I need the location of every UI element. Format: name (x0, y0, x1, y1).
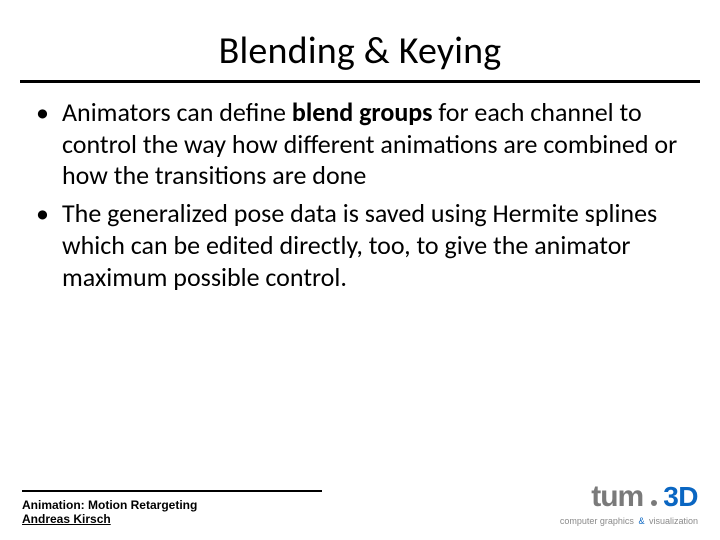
footer-course: Animation: Motion Retargeting (22, 498, 322, 512)
slide-body: Animators can define blend groups for ea… (0, 83, 720, 293)
bullet-text-pre: The generalized pose data is saved using… (62, 197, 657, 292)
tagline-amp: & (636, 516, 646, 526)
footer: Animation: Motion Retargeting Andreas Ki… (0, 480, 720, 526)
bullet-text-bold: blend groups (292, 96, 433, 128)
bullet-list: Animators can define blend groups for ea… (30, 97, 690, 293)
footer-author: Andreas Kirsch (22, 512, 322, 526)
slide: Blending & Keying Animators can define b… (0, 0, 720, 540)
threeD-logo-text: 3D (663, 481, 698, 513)
bullet-item: Animators can define blend groups for ea… (30, 97, 690, 192)
tagline-right: visualization (649, 516, 698, 526)
tum-logo-dot-icon (651, 500, 657, 506)
tagline-left: computer graphics (560, 516, 634, 526)
logo-tagline: computer graphics & visualization (560, 516, 698, 526)
footer-right: tum 3D computer graphics & visualization (560, 480, 698, 526)
tum-logo-text: tum (591, 480, 643, 514)
bullet-item: The generalized pose data is saved using… (30, 198, 690, 293)
slide-title: Blending & Keying (20, 28, 700, 83)
title-wrap: Blending & Keying (0, 0, 720, 83)
bullet-text-pre: Animators can define (62, 96, 292, 128)
logo: tum 3D (591, 480, 698, 514)
footer-left: Animation: Motion Retargeting Andreas Ki… (22, 490, 322, 526)
